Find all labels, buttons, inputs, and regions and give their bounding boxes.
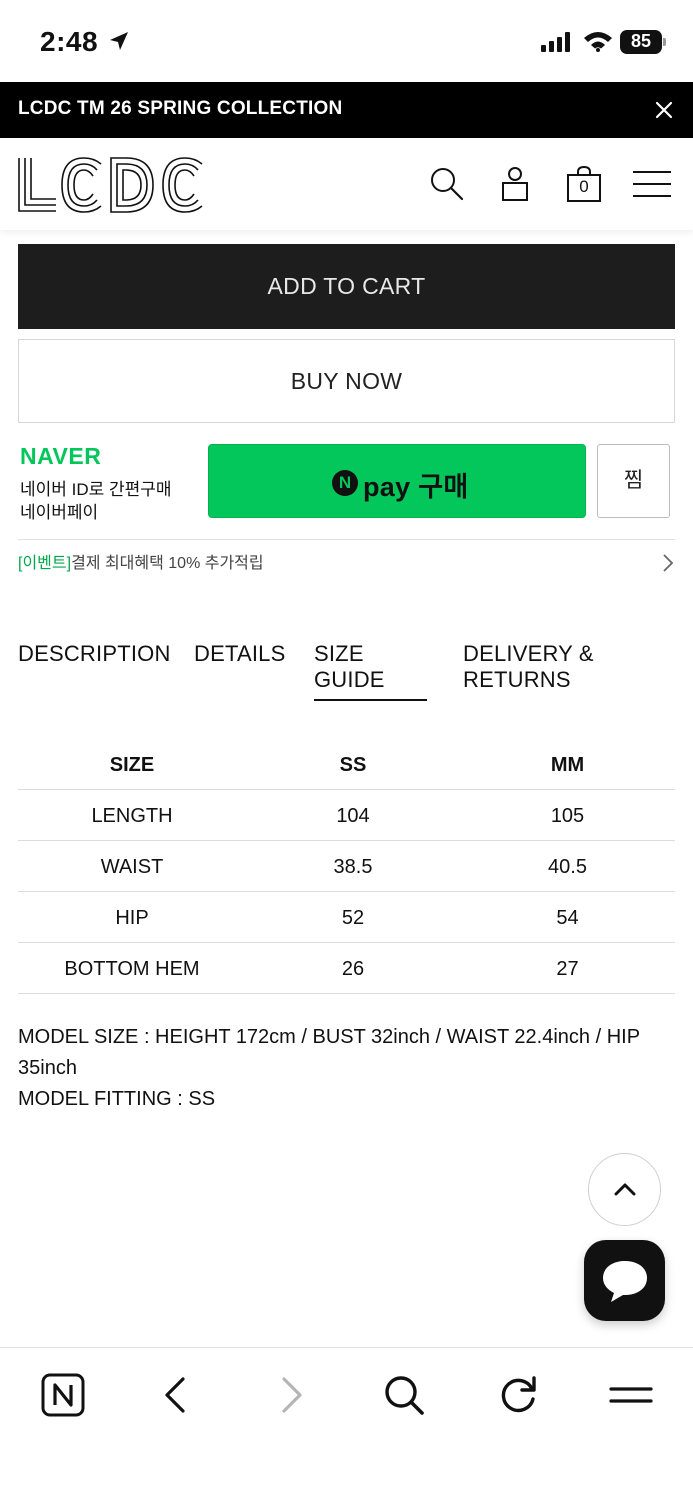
table-cell: 40.5 — [548, 856, 587, 878]
site-header: 0 — [0, 138, 693, 230]
divider — [18, 539, 675, 540]
header-cell: SIZE — [109, 754, 155, 776]
announcement-bar: LCDC TM 26 SPRING COLLECTION — [0, 82, 693, 138]
table-cell: 54 — [556, 907, 579, 929]
search-icon[interactable] — [427, 164, 467, 204]
model-size-text: MODEL SIZE : HEIGHT 172cm / BUST 32inch … — [18, 1026, 640, 1079]
add-to-cart-button[interactable]: ADD TO CART — [18, 244, 675, 329]
buy-now-button[interactable]: BUY NOW — [18, 339, 675, 423]
battery-icon: 85 — [620, 30, 666, 54]
signal-icon — [541, 32, 573, 57]
table-cell: 38.5 — [333, 856, 373, 878]
tab-description[interactable]: DESCRIPTION — [18, 641, 171, 667]
naver-brand: NAVER — [20, 443, 102, 469]
chevron-up-icon — [614, 1183, 636, 1196]
hamburger-menu-icon[interactable] — [632, 164, 672, 204]
shopping-bag-icon[interactable]: 0 — [565, 164, 605, 204]
back-arrow-icon[interactable] — [153, 1372, 199, 1418]
naver-pay-button-label: pay 구매 — [363, 472, 469, 502]
chevron-right-icon[interactable] — [661, 552, 675, 579]
chat-button[interactable] — [584, 1240, 665, 1321]
table-cell: BOTTOM HEM — [64, 958, 200, 980]
announcement-text: LCDC TM 26 SPRING COLLECTION — [18, 98, 343, 119]
status-bar: 2:48 85 — [0, 0, 693, 82]
wishlist-button[interactable]: 찜 — [597, 444, 670, 518]
battery-percent: 85 — [630, 31, 652, 51]
table-row: WAIST 38.5 40.5 — [18, 841, 675, 892]
location-arrow-icon — [108, 30, 130, 57]
table-cell: 105 — [550, 805, 585, 827]
table-row: LENGTH 104 105 — [18, 790, 675, 841]
event-banner[interactable]: [이벤트]결제 최대혜택 10% 추가적립 — [18, 549, 264, 573]
table-cell: 104 — [336, 805, 370, 827]
lcdc-logo[interactable] — [16, 156, 206, 219]
user-icon[interactable] — [497, 164, 537, 204]
table-cell: WAIST — [100, 856, 164, 878]
event-tag: [이벤트] — [18, 555, 72, 572]
reload-icon[interactable] — [495, 1372, 541, 1418]
naver-description: 네이버 ID로 간편구매 — [20, 480, 172, 499]
naver-pay-button[interactable]: N pay 구매 — [208, 444, 586, 518]
tab-details[interactable]: DETAILS — [194, 641, 285, 667]
menu-icon[interactable] — [608, 1372, 654, 1418]
browser-toolbar — [0, 1347, 693, 1500]
table-cell: LENGTH — [91, 805, 173, 827]
size-table: SIZE SS MM LENGTH 104 105 WAIST 38.5 40.… — [18, 739, 675, 994]
naver-home-icon[interactable] — [40, 1372, 86, 1418]
table-cell: HIP — [115, 907, 149, 929]
chat-bubble-icon — [603, 1261, 647, 1302]
cart-count: 0 — [579, 177, 589, 196]
table-cell: 26 — [341, 958, 365, 980]
search-icon[interactable] — [381, 1372, 427, 1418]
header-cell: SS — [339, 754, 367, 776]
table-row: HIP 52 54 — [18, 892, 675, 943]
tab-size-guide[interactable]: SIZE GUIDE — [314, 641, 427, 701]
table-row: BOTTOM HEM 26 27 — [18, 943, 675, 994]
table-header: SIZE SS MM — [18, 739, 675, 790]
header-cell: MM — [550, 754, 585, 776]
close-icon[interactable] — [652, 98, 676, 127]
naver-pay-label: 네이버페이 — [20, 503, 99, 522]
tab-delivery-returns[interactable]: DELIVERY & RETURNS — [463, 641, 613, 693]
table-cell: 52 — [341, 907, 365, 929]
forward-arrow-icon[interactable] — [268, 1372, 314, 1418]
table-cell: 27 — [556, 958, 579, 980]
naver-n-icon: N — [332, 470, 358, 496]
scroll-to-top-button[interactable] — [588, 1153, 661, 1226]
event-text: 결제 최대혜택 10% 추가적립 — [71, 555, 264, 572]
model-fitting-text: MODEL FITTING : SS — [18, 1088, 216, 1110]
wifi-icon — [583, 30, 613, 57]
status-time: 2:48 — [40, 26, 99, 57]
model-info: MODEL SIZE : HEIGHT 172cm / BUST 32inch … — [18, 1022, 678, 1115]
